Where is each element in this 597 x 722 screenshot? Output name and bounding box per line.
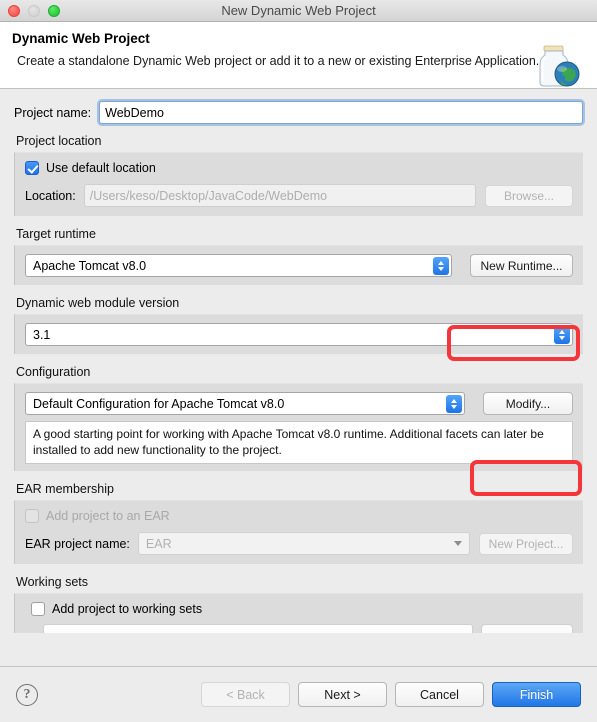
page-description: Create a standalone Dynamic Web project …	[17, 54, 540, 68]
module-version-combo[interactable]: 3.1	[25, 323, 573, 346]
use-default-location-label: Use default location	[46, 161, 156, 175]
working-sets-select-button[interactable]	[481, 624, 573, 634]
dialog-footer: ? < Back Next > Cancel Finish	[0, 666, 597, 722]
window-title: New Dynamic Web Project	[221, 3, 376, 18]
add-to-ear-row: Add project to an EAR	[25, 509, 573, 524]
ear-project-name-label: EAR project name:	[25, 536, 130, 551]
add-project-to-working-sets-checkbox[interactable]	[31, 602, 45, 617]
minimize-window-button	[28, 4, 40, 17]
configuration-row: Default Configuration for Apache Tomcat …	[25, 392, 573, 415]
page-title: Dynamic Web Project	[12, 31, 150, 46]
browse-button: Browse...	[485, 184, 573, 207]
module-version-group: 3.1	[14, 314, 583, 354]
modify-button[interactable]: Modify...	[483, 392, 573, 415]
configuration-combo[interactable]: Default Configuration for Apache Tomcat …	[25, 392, 465, 415]
zoom-window-button[interactable]	[48, 4, 60, 17]
use-default-location-row[interactable]: Use default location	[25, 161, 573, 175]
wizard-body: Project name: Project location Use defau…	[0, 89, 597, 666]
module-version-value: 3.1	[33, 327, 51, 342]
jar-globe-icon	[531, 44, 585, 90]
footer-buttons: < Back Next > Cancel Finish	[201, 682, 581, 707]
wizard-header: Dynamic Web Project Create a standalone …	[0, 22, 597, 89]
cancel-button[interactable]: Cancel	[395, 682, 484, 707]
use-default-location-checkbox[interactable]	[25, 161, 39, 175]
project-location-group: Use default location Location: Browse...	[14, 152, 583, 216]
target-runtime-group: Apache Tomcat v8.0 New Runtime...	[14, 245, 583, 285]
working-sets-combo[interactable]	[43, 624, 473, 634]
working-sets-group-label: Working sets	[16, 575, 89, 590]
add-to-working-sets-row[interactable]: Add project to working sets	[25, 602, 573, 617]
title-bar: New Dynamic Web Project	[0, 0, 597, 22]
ear-membership-group: Add project to an EAR EAR project name: …	[14, 500, 583, 565]
target-runtime-group-label: Target runtime	[16, 227, 96, 241]
configuration-description: A good starting point for working with A…	[25, 421, 573, 465]
add-project-to-ear-checkbox	[25, 509, 39, 524]
chevron-updown-icon[interactable]	[446, 395, 462, 413]
project-location-group-label: Project location	[16, 134, 102, 148]
ear-membership-group-label: EAR membership	[16, 482, 114, 497]
target-runtime-row: Apache Tomcat v8.0 New Runtime...	[25, 254, 573, 277]
new-project-button: New Project...	[479, 532, 573, 555]
new-dynamic-web-project-dialog: New Dynamic Web Project Dynamic Web Proj…	[0, 0, 597, 722]
ear-project-name-combo: EAR	[137, 532, 470, 556]
back-button: < Back	[201, 682, 290, 707]
add-project-to-working-sets-label: Add project to working sets	[52, 602, 203, 617]
chevron-down-icon	[454, 540, 462, 546]
window-controls	[8, 4, 60, 17]
location-label: Location:	[25, 188, 76, 203]
ear-project-name-row: EAR project name: EAR New Project...	[25, 532, 573, 556]
configuration-group-label: Configuration	[16, 365, 91, 379]
configuration-value: Default Configuration for Apache Tomcat …	[33, 396, 285, 411]
project-name-label: Project name:	[14, 105, 92, 120]
new-runtime-button[interactable]: New Runtime...	[470, 254, 573, 277]
finish-button[interactable]: Finish	[492, 682, 581, 707]
working-sets-group: Add project to working sets	[14, 593, 583, 634]
chevron-updown-icon[interactable]	[554, 326, 570, 344]
configuration-group: Default Configuration for Apache Tomcat …	[14, 383, 583, 472]
working-sets-selection-row	[25, 624, 573, 634]
close-window-button[interactable]	[8, 4, 20, 17]
help-icon[interactable]: ?	[16, 683, 38, 706]
project-name-row: Project name:	[14, 101, 583, 124]
project-name-input[interactable]	[99, 101, 583, 124]
next-button[interactable]: Next >	[298, 682, 387, 707]
module-version-row: 3.1	[25, 323, 573, 346]
target-runtime-value: Apache Tomcat v8.0	[33, 258, 147, 273]
add-project-to-ear-label: Add project to an EAR	[46, 509, 170, 524]
location-row: Location: Browse...	[25, 184, 573, 207]
module-version-group-label: Dynamic web module version	[16, 296, 180, 310]
target-runtime-combo[interactable]: Apache Tomcat v8.0	[25, 254, 452, 277]
ear-project-name-value: EAR	[145, 536, 172, 551]
location-input	[83, 184, 476, 207]
chevron-updown-icon[interactable]	[433, 257, 449, 275]
